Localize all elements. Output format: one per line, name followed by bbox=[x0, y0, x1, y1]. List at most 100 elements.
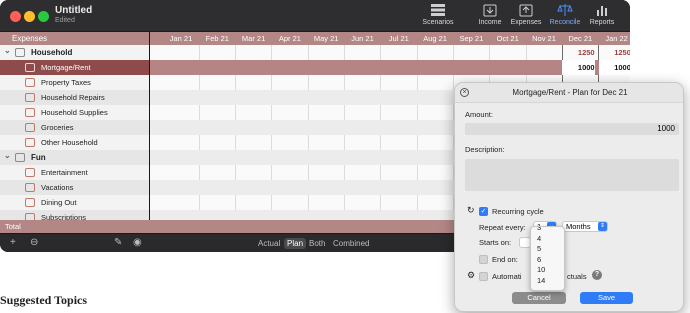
sidebar-item[interactable]: Mortgage/Rent bbox=[0, 60, 149, 75]
amount-field[interactable]: 1000 bbox=[465, 123, 679, 135]
toolbar-scenarios-button[interactable]: Scenarios bbox=[420, 3, 456, 26]
toolbar-expenses-button[interactable]: Expenses bbox=[509, 3, 543, 26]
month-header[interactable]: Mar 21 bbox=[236, 32, 272, 45]
close-icon[interactable]: × bbox=[460, 88, 469, 97]
sidebar-group[interactable]: ⌄ Household bbox=[0, 45, 149, 60]
sidebar-group[interactable]: ⌄ Fun bbox=[0, 150, 149, 165]
grid-header: Jan 21 Feb 21 Mar 21 Apr 21 May 21 Jun 21 Jul … bbox=[150, 32, 630, 45]
month-header[interactable]: Dec 21 bbox=[562, 32, 598, 45]
sidebar-item[interactable]: Property Taxes bbox=[0, 75, 149, 90]
add-button[interactable]: + bbox=[10, 237, 16, 249]
save-button[interactable]: Save bbox=[580, 292, 633, 304]
dropdown-option[interactable]: 3 bbox=[531, 227, 564, 234]
household-dec-total[interactable]: 1250 bbox=[562, 45, 595, 60]
automatic-checkbox[interactable] bbox=[479, 272, 488, 281]
month-header[interactable]: Jan 22 bbox=[599, 32, 630, 45]
toolbar-income-button[interactable]: Income bbox=[476, 3, 504, 26]
sidebar-item[interactable]: Household Supplies bbox=[0, 105, 149, 120]
list-icon bbox=[25, 213, 35, 220]
remove-button[interactable]: ⊖ bbox=[30, 237, 38, 249]
month-header[interactable]: Jul 21 bbox=[381, 32, 417, 45]
chevron-down-icon[interactable]: ⌄ bbox=[4, 43, 11, 58]
toolbar-reconcile-label: Reconcile bbox=[549, 19, 581, 26]
description-field[interactable] bbox=[465, 159, 679, 191]
help-icon[interactable]: ? bbox=[592, 270, 602, 280]
sidebar-item[interactable]: Household Repairs bbox=[0, 90, 149, 105]
month-header[interactable]: Apr 21 bbox=[272, 32, 308, 45]
recurring-label: Recurring cycle bbox=[492, 207, 544, 216]
cancel-button[interactable]: Cancel bbox=[512, 292, 566, 304]
end-checkbox[interactable] bbox=[479, 255, 488, 264]
fork-icon bbox=[25, 198, 35, 207]
repeat-label: Repeat every: bbox=[479, 223, 526, 232]
automatic-label-start: Automati bbox=[492, 272, 522, 281]
toolbar-scenarios-label: Scenarios bbox=[422, 19, 454, 26]
description-label: Description: bbox=[465, 145, 505, 154]
title-bar: Untitled Edited Scenarios Income Expense… bbox=[0, 0, 630, 32]
sidebar-item-label: Subscriptions bbox=[41, 213, 87, 220]
toolbar-expenses-label: Expenses bbox=[510, 19, 542, 26]
month-header[interactable]: Nov 21 bbox=[526, 32, 562, 45]
box-icon bbox=[25, 108, 35, 117]
reconcile-icon bbox=[557, 4, 573, 16]
dropdown-option[interactable]: 10 bbox=[531, 265, 564, 276]
cart-icon bbox=[25, 123, 35, 132]
tools-icon bbox=[25, 93, 35, 102]
repeat-count-dropdown[interactable]: 3 4 5 6 10 14 bbox=[530, 226, 565, 291]
expenses-icon bbox=[519, 4, 533, 17]
income-icon bbox=[483, 4, 497, 17]
month-header[interactable]: Aug 21 bbox=[417, 32, 453, 45]
suitcase-icon bbox=[25, 183, 35, 192]
month-header[interactable]: Oct 21 bbox=[490, 32, 526, 45]
sidebar-header: Expenses bbox=[0, 32, 149, 45]
sidebar-item[interactable]: Dining Out bbox=[0, 195, 149, 210]
toolbar-income-label: Income bbox=[478, 19, 502, 26]
visibility-icon[interactable]: ◉ bbox=[133, 237, 142, 249]
mode-plan[interactable]: Plan bbox=[284, 238, 307, 249]
document-title: Untitled bbox=[55, 5, 93, 16]
mode-combined[interactable]: Combined bbox=[333, 238, 369, 249]
zoom-window-button[interactable] bbox=[38, 11, 49, 22]
total-label: Total bbox=[5, 222, 21, 231]
close-window-button[interactable] bbox=[10, 11, 21, 22]
document-icon bbox=[25, 78, 35, 87]
dropdown-option[interactable]: 14 bbox=[531, 276, 564, 287]
sidebar-item[interactable]: Other Household bbox=[0, 135, 149, 150]
key-icon bbox=[25, 138, 35, 147]
sidebar-item[interactable]: Vacations bbox=[0, 180, 149, 195]
month-header[interactable]: Jan 21 bbox=[163, 32, 199, 45]
sidebar-item-label: Household bbox=[31, 48, 73, 57]
mortgage-dec-cell[interactable]: 1000 bbox=[562, 60, 595, 75]
dropdown-option[interactable]: 4 bbox=[531, 234, 564, 245]
toolbar-reports-button[interactable]: Reports bbox=[586, 3, 618, 26]
recurring-checkbox[interactable]: ✓ bbox=[479, 207, 488, 216]
month-header[interactable]: Sep 21 bbox=[453, 32, 489, 45]
table-row[interactable] bbox=[150, 45, 630, 60]
plan-popover: Mortgage/Rent - Plan for Dec 21 × Amount… bbox=[454, 82, 684, 312]
chevron-down-icon[interactable]: ⌄ bbox=[4, 148, 11, 163]
month-header[interactable]: May 21 bbox=[308, 32, 344, 45]
end-label: End on: bbox=[492, 255, 518, 264]
minimize-window-button[interactable] bbox=[24, 11, 35, 22]
sidebar-item[interactable]: Entertainment bbox=[0, 165, 149, 180]
month-header[interactable]: Feb 21 bbox=[199, 32, 235, 45]
edit-icon[interactable]: ✎ bbox=[114, 237, 122, 249]
mortgage-jan-cell[interactable]: 1000 bbox=[598, 60, 630, 75]
sidebar-item-label: Property Taxes bbox=[41, 78, 91, 87]
household-jan-total[interactable]: 1250 bbox=[599, 45, 630, 60]
updown-chevron-icon[interactable]: ⇕ bbox=[598, 222, 607, 231]
toolbar-reconcile-button[interactable]: Reconcile bbox=[547, 3, 583, 26]
table-row[interactable] bbox=[150, 60, 630, 75]
sidebar-item-label: Vacations bbox=[41, 183, 74, 192]
sidebar-item-label: Fun bbox=[31, 153, 46, 162]
mode-both[interactable]: Both bbox=[309, 238, 325, 249]
mode-actual[interactable]: Actual bbox=[258, 238, 280, 249]
dropdown-option[interactable]: 6 bbox=[531, 255, 564, 266]
dropdown-option[interactable]: 5 bbox=[531, 244, 564, 255]
month-header[interactable]: Jun 21 bbox=[345, 32, 381, 45]
category-sidebar: Expenses ⌄ Household Mortgage/Rent Property… bbox=[0, 32, 150, 220]
sidebar-item[interactable]: Subscriptions bbox=[0, 210, 149, 220]
toolbar-reports-label: Reports bbox=[589, 19, 615, 26]
repeat-unit-value: Months bbox=[566, 222, 591, 231]
sidebar-item[interactable]: Groceries bbox=[0, 120, 149, 135]
